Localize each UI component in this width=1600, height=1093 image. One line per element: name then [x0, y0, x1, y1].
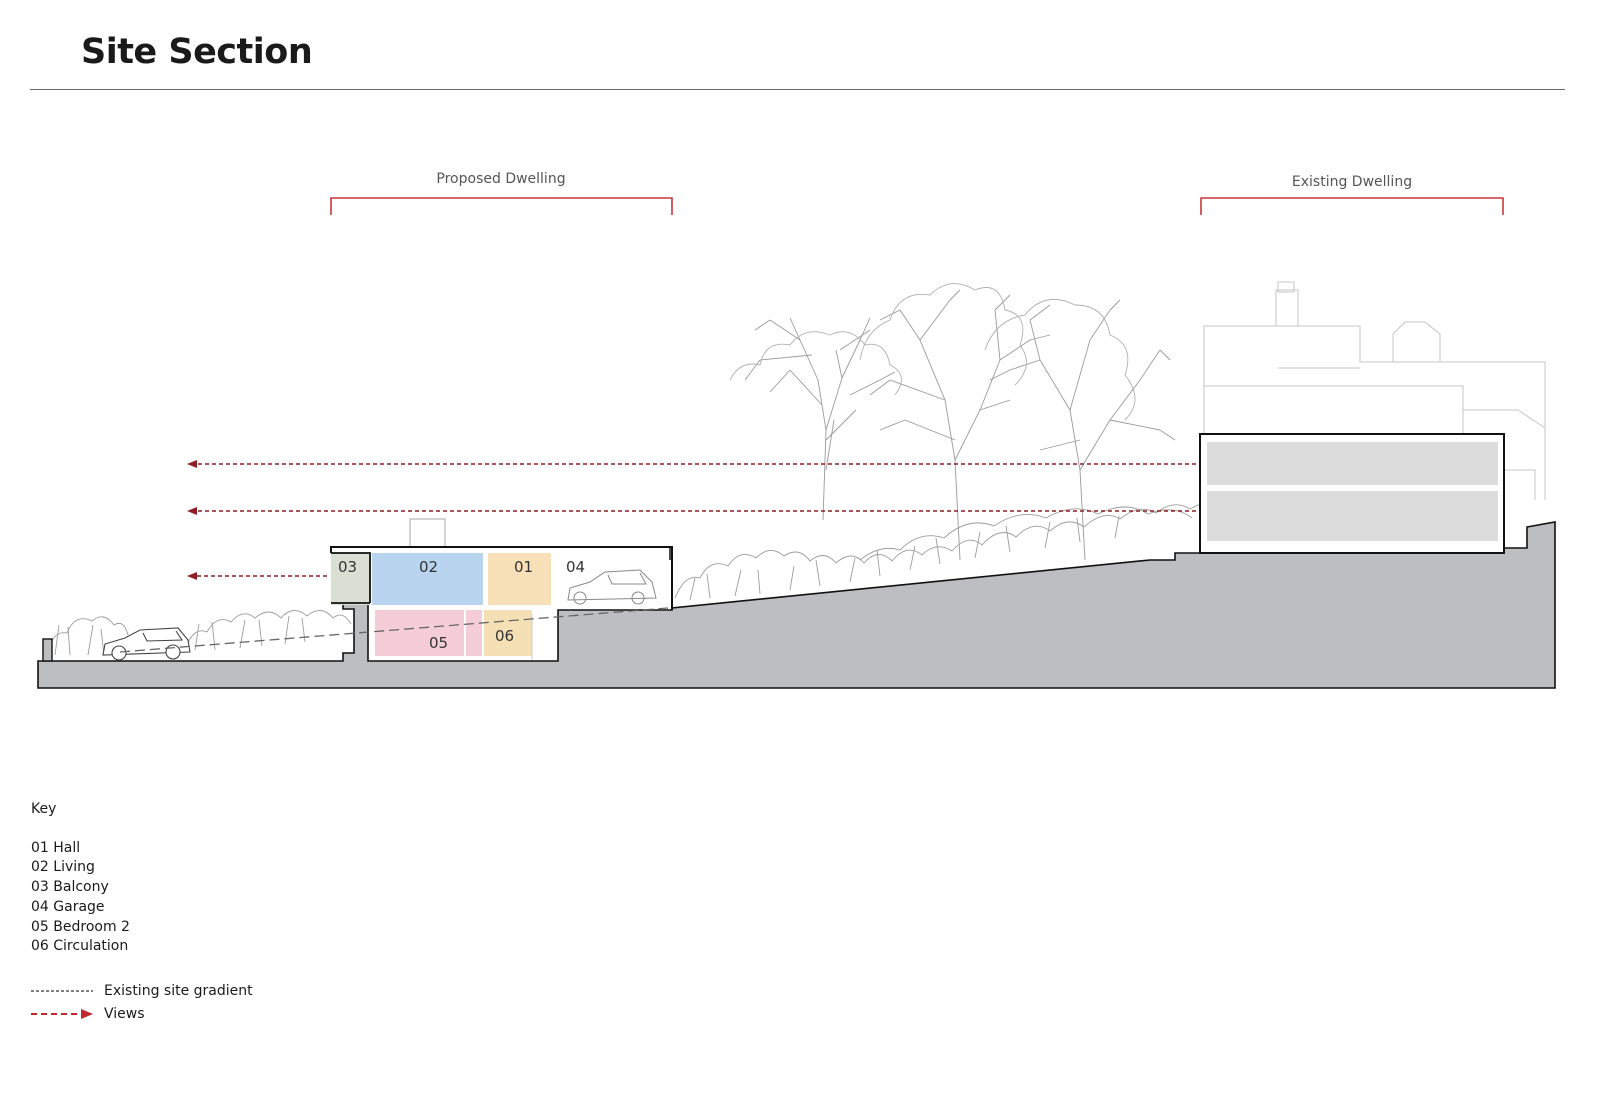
- boundary-wall: [42, 638, 53, 662]
- existing-dwelling: [1199, 433, 1505, 554]
- site-section-drawing: Proposed Dwelling Existing Dwelling 03 0…: [37, 171, 1556, 689]
- views-arrow-symbol: [31, 1009, 93, 1019]
- legend-gradient-label: Existing site gradient: [104, 983, 253, 999]
- trees: [729, 283, 1176, 561]
- room-label-05: 05: [429, 634, 448, 652]
- proposed-dwelling-label: Proposed Dwelling: [436, 171, 565, 187]
- room-label-01: 01: [514, 558, 533, 576]
- key-item: 02 Living: [31, 859, 95, 876]
- legend-views-label: Views: [104, 1006, 145, 1022]
- key: Key 01 Hall 02 Living 03 Balcony 04 Gara…: [31, 800, 130, 957]
- key-item: 05 Bedroom 2: [31, 918, 130, 935]
- key-item: 04 Garage: [31, 898, 105, 915]
- existing-lower-floor: [1207, 491, 1498, 541]
- key-title: Key: [31, 801, 57, 817]
- key-item: 06 Circulation: [31, 938, 129, 955]
- key-item: 03 Balcony: [31, 879, 109, 896]
- view-arrowheads: [187, 460, 197, 580]
- dashed-line-symbol: [31, 990, 93, 992]
- key-item: 01 Hall: [31, 839, 81, 856]
- room-label-03: 03: [338, 558, 357, 576]
- room-label-06: 06: [495, 627, 514, 645]
- existing-dwelling-bracket: Existing Dwelling: [1200, 174, 1504, 215]
- street-car: [102, 627, 191, 661]
- proposed-dwelling-bracket: Proposed Dwelling: [330, 171, 673, 215]
- existing-upper-floor: [1207, 442, 1498, 485]
- room-label-02: 02: [419, 558, 438, 576]
- room-label-04: 04: [566, 558, 585, 576]
- existing-dwelling-label: Existing Dwelling: [1292, 174, 1412, 190]
